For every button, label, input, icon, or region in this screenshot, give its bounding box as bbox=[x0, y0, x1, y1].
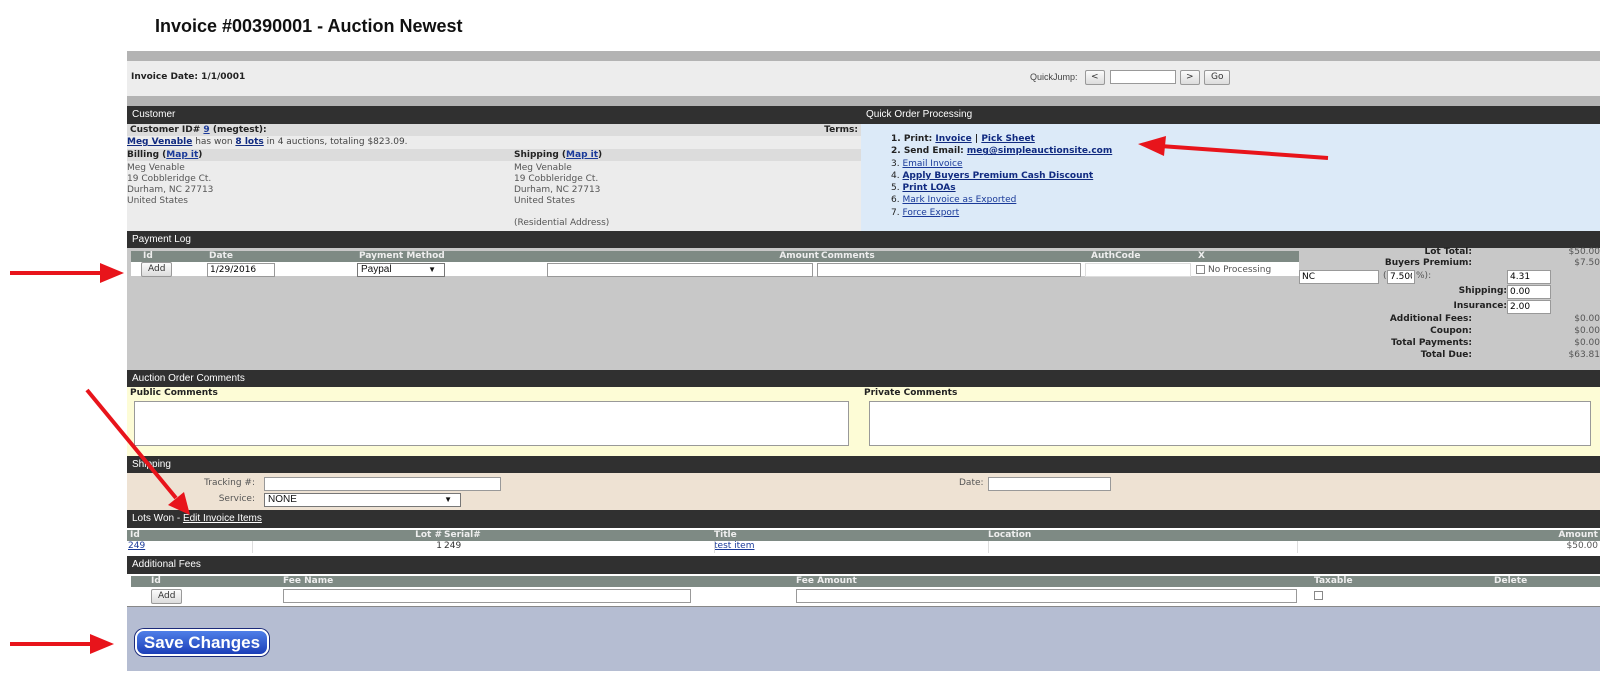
arrow-quick-order bbox=[1159, 144, 1329, 160]
annotation-arrows bbox=[10, 136, 1329, 654]
arrow-shipping-service bbox=[85, 388, 178, 500]
